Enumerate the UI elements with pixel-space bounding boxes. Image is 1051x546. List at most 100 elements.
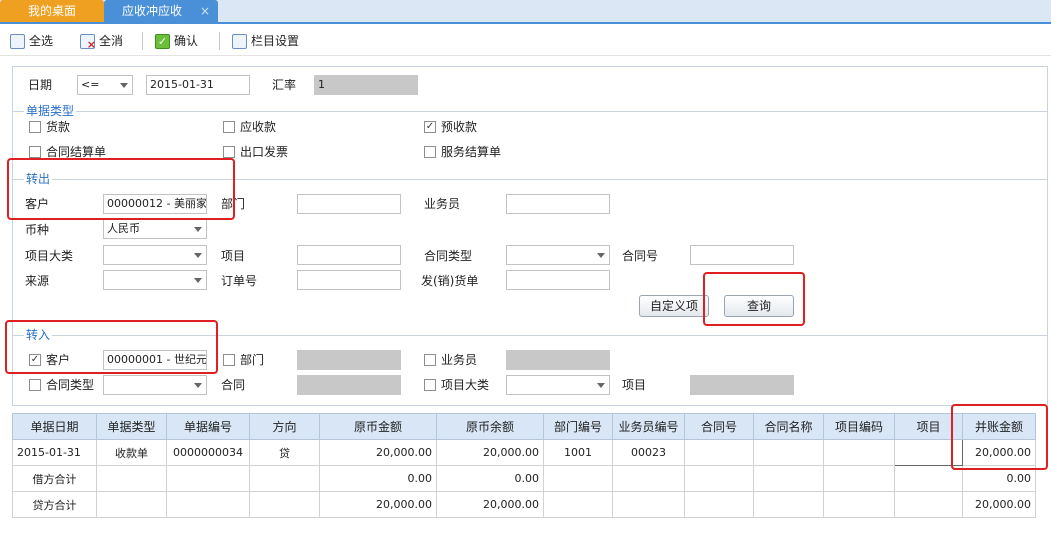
column-header[interactable]: 原币金额 — [319, 413, 437, 440]
checkbox-contract-settlement[interactable] — [29, 146, 41, 158]
fieldset-divider — [13, 111, 1047, 112]
date-operator-select[interactable]: <= — [77, 75, 133, 95]
check-icon: ✓ — [155, 33, 170, 49]
column-settings-icon — [232, 33, 247, 49]
chevron-down-icon — [194, 253, 202, 258]
column-header[interactable]: 业务员编号 — [612, 413, 685, 440]
out-item-label: 项目 — [221, 249, 246, 263]
in-salesman-input — [506, 350, 610, 370]
out-salesman-input[interactable] — [506, 194, 610, 214]
doc-type-title: 单据类型 — [24, 104, 77, 118]
table-row: 借方合计 0.00 0.00 0.00 — [12, 465, 1036, 492]
in-item-label: 项目 — [622, 378, 647, 392]
highlight-box-transfer-out — [7, 158, 235, 220]
out-item-category-select[interactable] — [103, 245, 207, 265]
checkbox-in-contract-type[interactable] — [29, 379, 41, 391]
out-dept-input[interactable] — [297, 194, 401, 214]
close-icon[interactable]: × — [200, 0, 210, 22]
table-cell — [684, 491, 754, 518]
in-contract-type-label: 合同类型 — [46, 378, 95, 392]
highlight-box-merge-amount — [951, 404, 1048, 470]
checkbox-in-dept[interactable] — [223, 354, 235, 366]
in-item-input — [690, 375, 794, 395]
out-currency-select[interactable]: 人民币 — [103, 219, 207, 239]
out-contract-no-input[interactable] — [690, 245, 794, 265]
out-invoice-label: 发(销)货单 — [421, 274, 479, 288]
out-currency-label: 币种 — [25, 223, 50, 237]
out-source-select[interactable] — [103, 270, 207, 290]
table-row[interactable]: 2015-01-31 收款单 0000000034 贷 20,000.00 20… — [12, 439, 1036, 466]
table-cell — [612, 465, 685, 492]
out-item-category-label: 项目大类 — [25, 249, 74, 263]
column-header[interactable]: 单据编号 — [166, 413, 250, 440]
column-header[interactable]: 方向 — [249, 413, 320, 440]
deselect-all-icon: × — [80, 33, 96, 50]
checkbox-service-settlement[interactable] — [424, 146, 436, 158]
rate-label: 汇率 — [272, 78, 297, 92]
table-cell — [166, 465, 250, 492]
in-item-category-select[interactable] — [506, 375, 610, 395]
chevron-down-icon — [194, 227, 202, 232]
checkbox-receivable[interactable] — [223, 121, 235, 133]
highlight-box-transfer-in — [5, 320, 218, 374]
table-cell — [96, 491, 167, 518]
checkbox-goods-payment[interactable] — [29, 121, 41, 133]
table-cell — [249, 465, 320, 492]
table-cell — [684, 465, 754, 492]
tab-receivable-offset[interactable]: 应收冲应收 × — [104, 0, 218, 22]
service-settlement-label: 服务结算单 — [441, 145, 502, 159]
chevron-down-icon — [194, 278, 202, 283]
column-header[interactable]: 单据类型 — [96, 413, 167, 440]
rate-input: 1 — [314, 75, 418, 95]
table-cell: 20,000.00 — [319, 439, 437, 466]
column-settings-button[interactable]: 栏目设置 — [232, 31, 299, 51]
select-all-button[interactable]: 全选 — [10, 31, 53, 51]
table-cell: 20,000.00 — [319, 491, 437, 518]
checkbox-export-invoice[interactable] — [223, 146, 235, 158]
out-contract-type-select[interactable] — [506, 245, 610, 265]
table-cell: 0.00 — [436, 465, 544, 492]
out-source-label: 来源 — [25, 274, 50, 288]
chevron-down-icon — [597, 253, 605, 258]
table-cell — [753, 491, 824, 518]
chevron-down-icon — [120, 83, 128, 88]
out-salesman-label: 业务员 — [424, 197, 461, 211]
table-cell: 0000000034 — [166, 439, 250, 466]
column-header[interactable]: 项目编码 — [823, 413, 895, 440]
table-cell: 1001 — [543, 439, 613, 466]
column-header[interactable]: 合同名称 — [753, 413, 824, 440]
column-header[interactable]: 原币余额 — [436, 413, 544, 440]
in-contract-label: 合同 — [221, 378, 246, 392]
table-cell: 0.00 — [319, 465, 437, 492]
date-input[interactable]: 2015-01-31 — [146, 75, 250, 95]
checkbox-in-item-category[interactable] — [424, 379, 436, 391]
table-cell — [894, 491, 963, 518]
goods-payment-label: 货款 — [46, 120, 71, 134]
export-invoice-label: 出口发票 — [240, 145, 289, 159]
tab-home[interactable]: 我的桌面 — [0, 0, 104, 22]
data-grid: 单据日期 单据类型 单据编号 方向 原币金额 原币余额 部门编号 业务员编号 合… — [12, 413, 1036, 518]
chevron-down-icon — [597, 383, 605, 388]
checkbox-advance-receipt[interactable]: ✓ — [424, 121, 436, 133]
out-order-no-input[interactable] — [297, 270, 401, 290]
checkbox-in-salesman[interactable] — [424, 354, 436, 366]
column-header[interactable]: 部门编号 — [543, 413, 613, 440]
table-cell — [684, 439, 754, 466]
chevron-down-icon — [194, 383, 202, 388]
deselect-all-button[interactable]: × 全消 — [80, 31, 123, 51]
table-cell — [753, 439, 824, 466]
column-header[interactable]: 合同号 — [684, 413, 754, 440]
in-contract-type-select[interactable] — [103, 375, 207, 395]
table-cell: 收款单 — [96, 439, 167, 466]
out-item-input[interactable] — [297, 245, 401, 265]
in-dept-label: 部门 — [240, 353, 265, 367]
custom-items-button[interactable]: 自定义项 — [639, 295, 709, 317]
table-cell: 20,000.00 — [962, 491, 1036, 518]
table-cell: 贷方合计 — [12, 491, 97, 518]
column-header[interactable]: 单据日期 — [12, 413, 97, 440]
confirm-button[interactable]: ✓ 确认 — [155, 31, 198, 51]
date-label: 日期 — [28, 78, 53, 92]
select-all-icon — [10, 33, 25, 49]
toolbar-separator — [142, 32, 143, 50]
out-invoice-input[interactable] — [506, 270, 610, 290]
